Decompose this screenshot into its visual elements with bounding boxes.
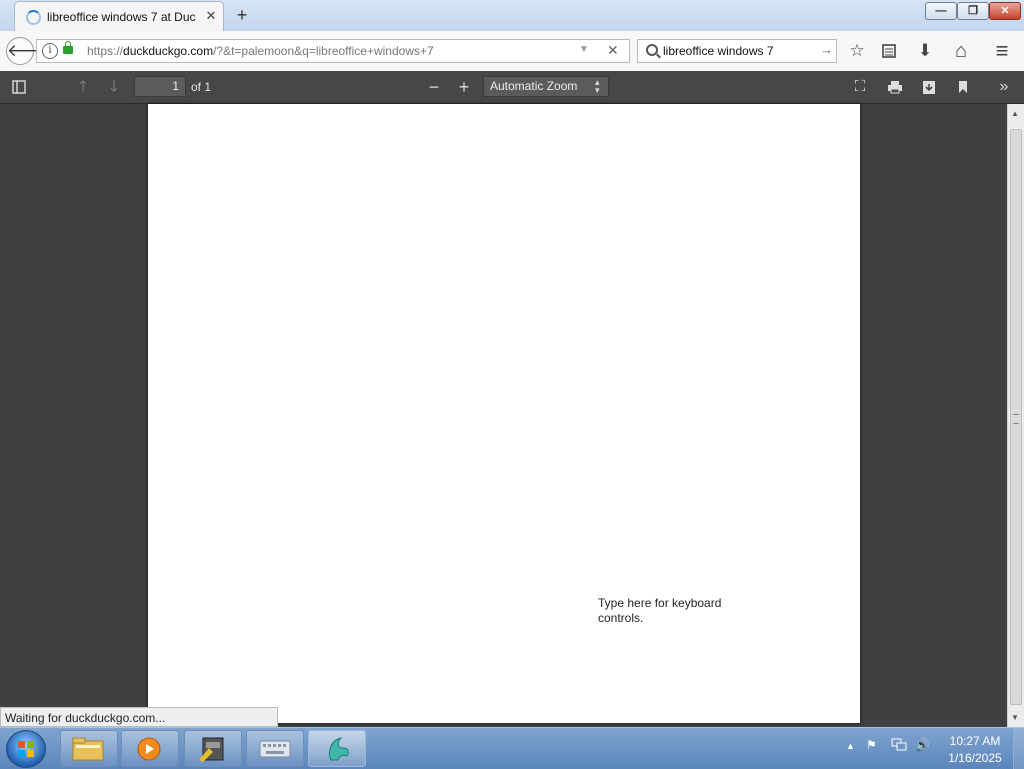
volume-icon[interactable]: 🔊 bbox=[915, 738, 930, 752]
pale-moon-icon bbox=[328, 737, 349, 761]
tray-expand-icon[interactable]: ▲ bbox=[846, 741, 855, 751]
folder-icon bbox=[72, 737, 104, 761]
navigation-toolbar: 🡐 i https://duckduckgo.com/?&t=palemoon&… bbox=[0, 31, 1024, 72]
pdf-viewer[interactable]: Type here for keyboard controls. bbox=[0, 104, 1007, 727]
tab-strip: libreoffice windows 7 at Duc ✕ + — ❐ ✕ bbox=[0, 0, 1024, 32]
stop-icon[interactable]: ✕ bbox=[607, 42, 619, 59]
minimize-icon: — bbox=[935, 5, 947, 17]
site-info-icon[interactable]: i bbox=[42, 43, 58, 59]
tab-title: libreoffice windows 7 at Duc bbox=[47, 10, 196, 24]
page-count-label: of 1 bbox=[191, 80, 212, 94]
url-host: duckduckgo.com bbox=[123, 44, 214, 58]
taskbar-app-tool[interactable] bbox=[184, 730, 242, 767]
taskbar-pale-moon[interactable] bbox=[308, 730, 366, 767]
taskbar-media-player[interactable] bbox=[121, 730, 179, 767]
pdf-page[interactable]: Type here for keyboard controls. bbox=[148, 104, 860, 723]
taskbar-on-screen-keyboard[interactable] bbox=[246, 730, 304, 767]
windows-logo-part bbox=[27, 750, 34, 757]
clock-time[interactable]: 10:27 AM bbox=[940, 734, 1010, 748]
sidebar-toggle-icon[interactable] bbox=[8, 77, 30, 97]
bookmark-star-icon[interactable]: ☆ bbox=[846, 40, 868, 62]
scroll-down-icon[interactable]: ▼ bbox=[1011, 713, 1019, 722]
utility-tool-icon bbox=[199, 737, 224, 762]
downloads-icon[interactable]: ⬇ bbox=[914, 40, 936, 62]
next-page-icon[interactable]: 🡓 bbox=[103, 77, 125, 97]
zoom-select[interactable]: Automatic Zoom ▴ ▾ bbox=[483, 76, 609, 97]
tab-close-icon[interactable]: ✕ bbox=[203, 8, 219, 24]
media-player-icon bbox=[137, 737, 161, 761]
previous-page-icon[interactable]: 🡑 bbox=[72, 77, 94, 97]
zoom-in-icon[interactable]: + bbox=[453, 77, 475, 97]
download-document-icon[interactable] bbox=[918, 77, 940, 97]
new-tab-button[interactable]: + bbox=[232, 5, 252, 25]
menu-icon[interactable]: ≡ bbox=[991, 40, 1013, 62]
status-bar: Waiting for duckduckgo.com... bbox=[0, 707, 278, 727]
scroll-up-icon[interactable]: ▲ bbox=[1011, 109, 1019, 118]
keyboard-icon bbox=[259, 740, 291, 758]
bookmark-icon[interactable] bbox=[952, 77, 974, 97]
windows-logo-part bbox=[18, 750, 25, 757]
close-window-button[interactable]: ✕ bbox=[989, 2, 1021, 20]
search-icon[interactable] bbox=[646, 44, 658, 56]
network-icon[interactable] bbox=[891, 738, 907, 755]
home-icon[interactable]: ⌂ bbox=[950, 40, 972, 62]
zoom-value: Automatic Zoom bbox=[490, 79, 578, 93]
action-center-flag-icon[interactable]: ⚑ bbox=[866, 738, 877, 752]
back-button[interactable]: 🡐 bbox=[6, 37, 53, 65]
scroll-grip-icon bbox=[1013, 414, 1019, 424]
lock-icon bbox=[63, 41, 73, 54]
print-icon[interactable] bbox=[884, 77, 906, 97]
zoom-out-icon[interactable]: − bbox=[423, 77, 445, 97]
loading-spinner-icon bbox=[26, 10, 41, 25]
url-input[interactable]: https://duckduckgo.com/?&t=palemoon&q=li… bbox=[87, 44, 547, 60]
close-icon: ✕ bbox=[1000, 5, 1010, 17]
url-prefix: https:// bbox=[87, 44, 124, 58]
minimize-button[interactable]: — bbox=[925, 2, 957, 20]
pdf-toolbar: 🡑 🡓 1 of 1 − + Automatic Zoom ▴ ▾ ⛶ » bbox=[0, 71, 1024, 104]
fullscreen-icon[interactable]: ⛶ bbox=[849, 77, 871, 97]
vertical-scrollbar[interactable]: ▲ ▼ bbox=[1007, 104, 1024, 727]
search-input[interactable]: libreoffice windows 7 bbox=[663, 44, 774, 58]
chevron-updown-icon: ▴ ▾ bbox=[595, 77, 600, 95]
windows-logo-icon bbox=[18, 741, 25, 748]
search-go-icon[interactable]: → bbox=[820, 42, 833, 57]
restore-icon: ❐ bbox=[968, 5, 978, 17]
page-number-input[interactable]: 1 bbox=[134, 76, 186, 97]
status-text: Waiting for duckduckgo.com... bbox=[5, 711, 166, 725]
windows-logo-part bbox=[27, 741, 34, 748]
url-bar[interactable]: i https://duckduckgo.com/?&t=palemoon&q=… bbox=[36, 39, 630, 63]
scrollbar-thumb[interactable] bbox=[1010, 129, 1022, 705]
keyboard-hint[interactable]: Type here for keyboard controls. bbox=[598, 596, 728, 626]
show-desktop-button[interactable] bbox=[1013, 728, 1024, 769]
search-bar[interactable]: libreoffice windows 7 → bbox=[637, 39, 837, 63]
clock-date[interactable]: 1/16/2025 bbox=[940, 751, 1010, 765]
url-path: /?&t=palemoon&q=libreoffice+windows+7 bbox=[213, 44, 434, 58]
taskbar-explorer[interactable] bbox=[60, 730, 118, 767]
bookmarks-list-icon[interactable] bbox=[878, 40, 900, 62]
tab-active[interactable]: libreoffice windows 7 at Duc ✕ bbox=[14, 1, 224, 31]
start-button[interactable] bbox=[6, 730, 46, 768]
tools-chevron-icon[interactable]: » bbox=[993, 77, 1015, 97]
maximize-button[interactable]: ❐ bbox=[957, 2, 989, 20]
taskbar: ▲ ⚑ 🔊 10:27 AM 1/16/2025 bbox=[0, 727, 1024, 769]
url-dropdown-icon[interactable]: ▼ bbox=[579, 44, 589, 55]
